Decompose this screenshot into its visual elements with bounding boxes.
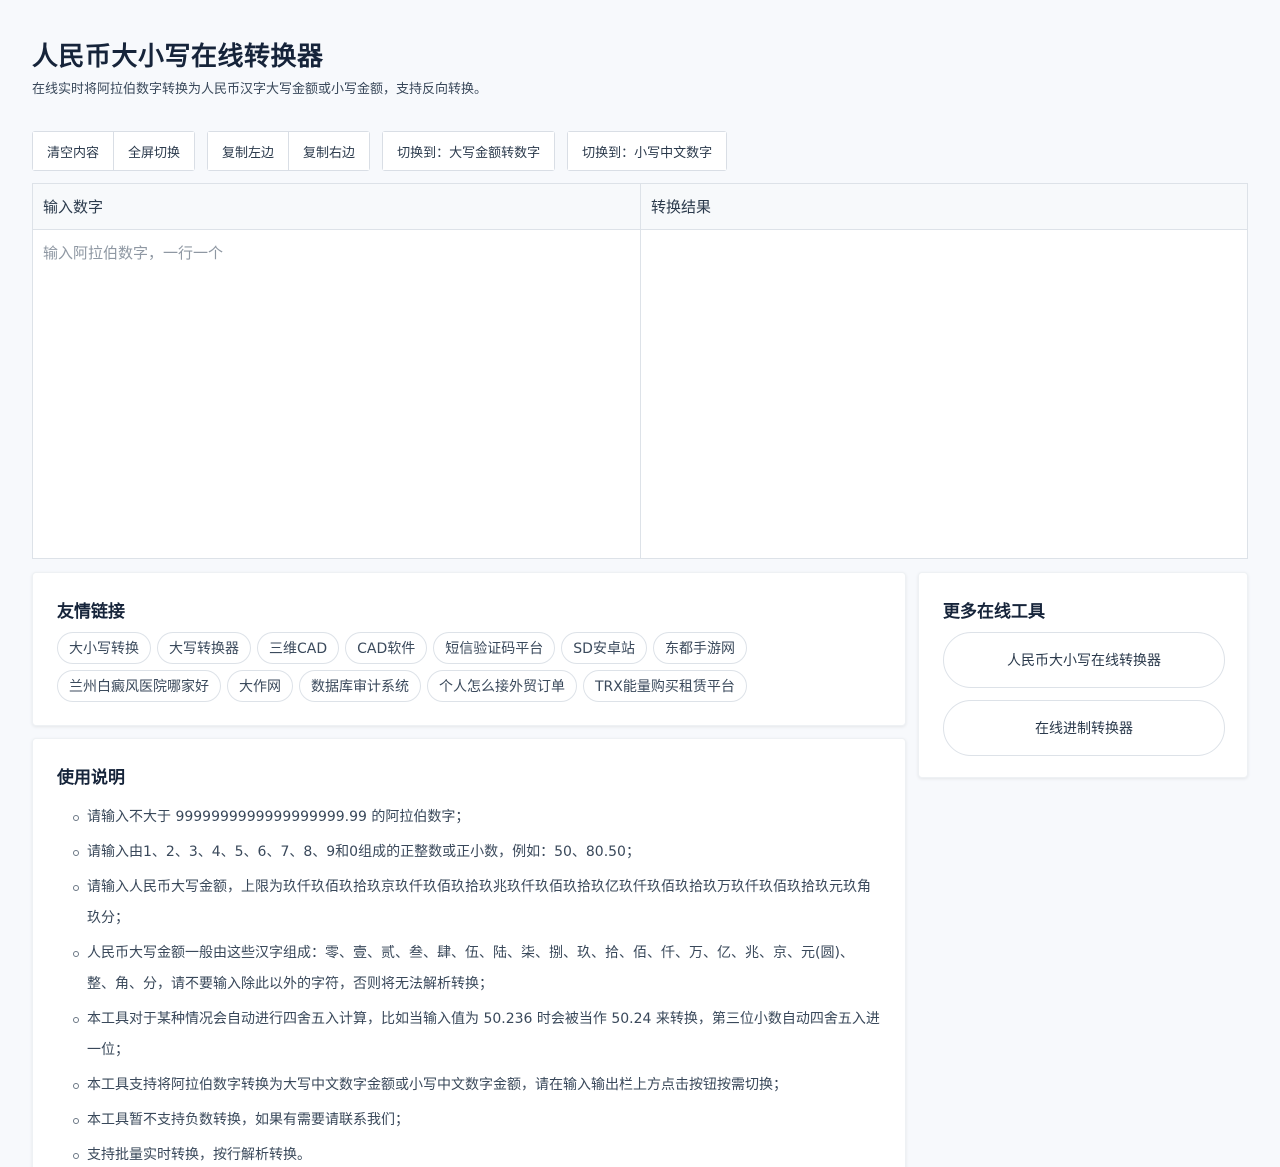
friend-link[interactable]: 个人怎么接外贸订单: [427, 670, 577, 702]
input-pane: 输入数字: [33, 184, 640, 558]
toolbar: 清空内容 全屏切换 复制左边 复制右边 切换到：大写金额转数字 切换到：小写中文…: [32, 131, 739, 171]
fullscreen-button[interactable]: 全屏切换: [113, 132, 195, 170]
usage-list: 请输入不大于 9999999999999999999.99 的阿拉伯数字； 请输…: [57, 802, 881, 1167]
more-tools-card: 更多在线工具 人民币大小写在线转换器 在线进制转换器: [918, 572, 1248, 778]
tool-link-base-converter[interactable]: 在线进制转换器: [943, 700, 1225, 756]
edit-button-group: 清空内容 全屏切换: [32, 131, 196, 171]
switch-upper-group: 切换到：大写金额转数字: [382, 131, 556, 171]
friend-links-list: 大小写转换 大写转换器 三维CAD CAD软件 短信验证码平台 SD安卓站 东都…: [57, 632, 881, 702]
switch-lower-button[interactable]: 切换到：小写中文数字: [568, 132, 727, 170]
converter-editor: 输入数字 转换结果: [32, 183, 1248, 559]
friend-link[interactable]: 大写转换器: [157, 632, 251, 664]
result-output[interactable]: [641, 230, 1247, 558]
page-title: 人民币大小写在线转换器: [32, 42, 324, 72]
friend-links-card: 友情链接 大小写转换 大写转换器 三维CAD CAD软件 短信验证码平台 SD安…: [32, 572, 906, 726]
switch-upper-button[interactable]: 切换到：大写金额转数字: [383, 132, 555, 170]
list-item: 人民币大写金额一般由这些汉字组成：零、壹、贰、叁、肆、伍、陆、柒、捌、玖、拾、佰…: [57, 938, 881, 1000]
usage-title: 使用说明: [57, 768, 125, 788]
list-item: 本工具暂不支持负数转换，如果有需要请联系我们；: [57, 1105, 881, 1136]
list-item: 本工具支持将阿拉伯数字转换为大写中文数字金额或小写中文数字金额，请在输入输出栏上…: [57, 1070, 881, 1101]
friend-link[interactable]: 三维CAD: [257, 632, 340, 664]
copy-right-button[interactable]: 复制右边: [288, 132, 370, 170]
list-item: 请输入人民币大写金额，上限为玖仟玖佰玖拾玖京玖仟玖佰玖拾玖兆玖仟玖佰玖拾玖亿玖仟…: [57, 872, 881, 934]
friend-link[interactable]: 短信验证码平台: [433, 632, 556, 664]
clear-button[interactable]: 清空内容: [33, 132, 114, 170]
friend-link[interactable]: 大作网: [227, 670, 293, 702]
page-subtitle: 在线实时将阿拉伯数字转换为人民币汉字大写金额或小写金额，支持反向转换。: [32, 82, 488, 97]
number-input[interactable]: [33, 230, 640, 558]
more-tools-title: 更多在线工具: [943, 602, 1045, 622]
friend-link[interactable]: CAD软件: [345, 632, 428, 664]
tool-link-rmb-converter[interactable]: 人民币大小写在线转换器: [943, 632, 1225, 688]
list-item: 请输入不大于 9999999999999999999.99 的阿拉伯数字；: [57, 802, 881, 833]
list-item: 本工具对于某种情况会自动进行四舍五入计算，比如当输入值为 50.236 时会被当…: [57, 1004, 881, 1066]
friend-link[interactable]: 数据库审计系统: [299, 670, 421, 702]
input-pane-label: 输入数字: [33, 184, 640, 230]
usage-card: 使用说明 请输入不大于 9999999999999999999.99 的阿拉伯数…: [32, 738, 906, 1167]
list-item: 支持批量实时转换，按行解析转换。: [57, 1140, 881, 1167]
friend-link[interactable]: SD安卓站: [561, 632, 647, 664]
copy-button-group: 复制左边 复制右边: [207, 131, 371, 171]
friend-link[interactable]: 大小写转换: [57, 632, 151, 664]
output-pane-label: 转换结果: [641, 184, 1247, 230]
friend-link[interactable]: 东都手游网: [652, 632, 747, 664]
switch-lower-group: 切换到：小写中文数字: [567, 131, 728, 171]
friend-links-title: 友情链接: [57, 602, 125, 622]
friend-link[interactable]: TRX能量购买租赁平台: [583, 670, 747, 702]
friend-link[interactable]: 兰州白癜风医院哪家好: [57, 670, 221, 702]
copy-left-button[interactable]: 复制左边: [208, 132, 289, 170]
list-item: 请输入由1、2、3、4、5、6、7、8、9和0组成的正整数或正小数，例如：50、…: [57, 837, 881, 868]
output-pane: 转换结果: [640, 184, 1247, 558]
